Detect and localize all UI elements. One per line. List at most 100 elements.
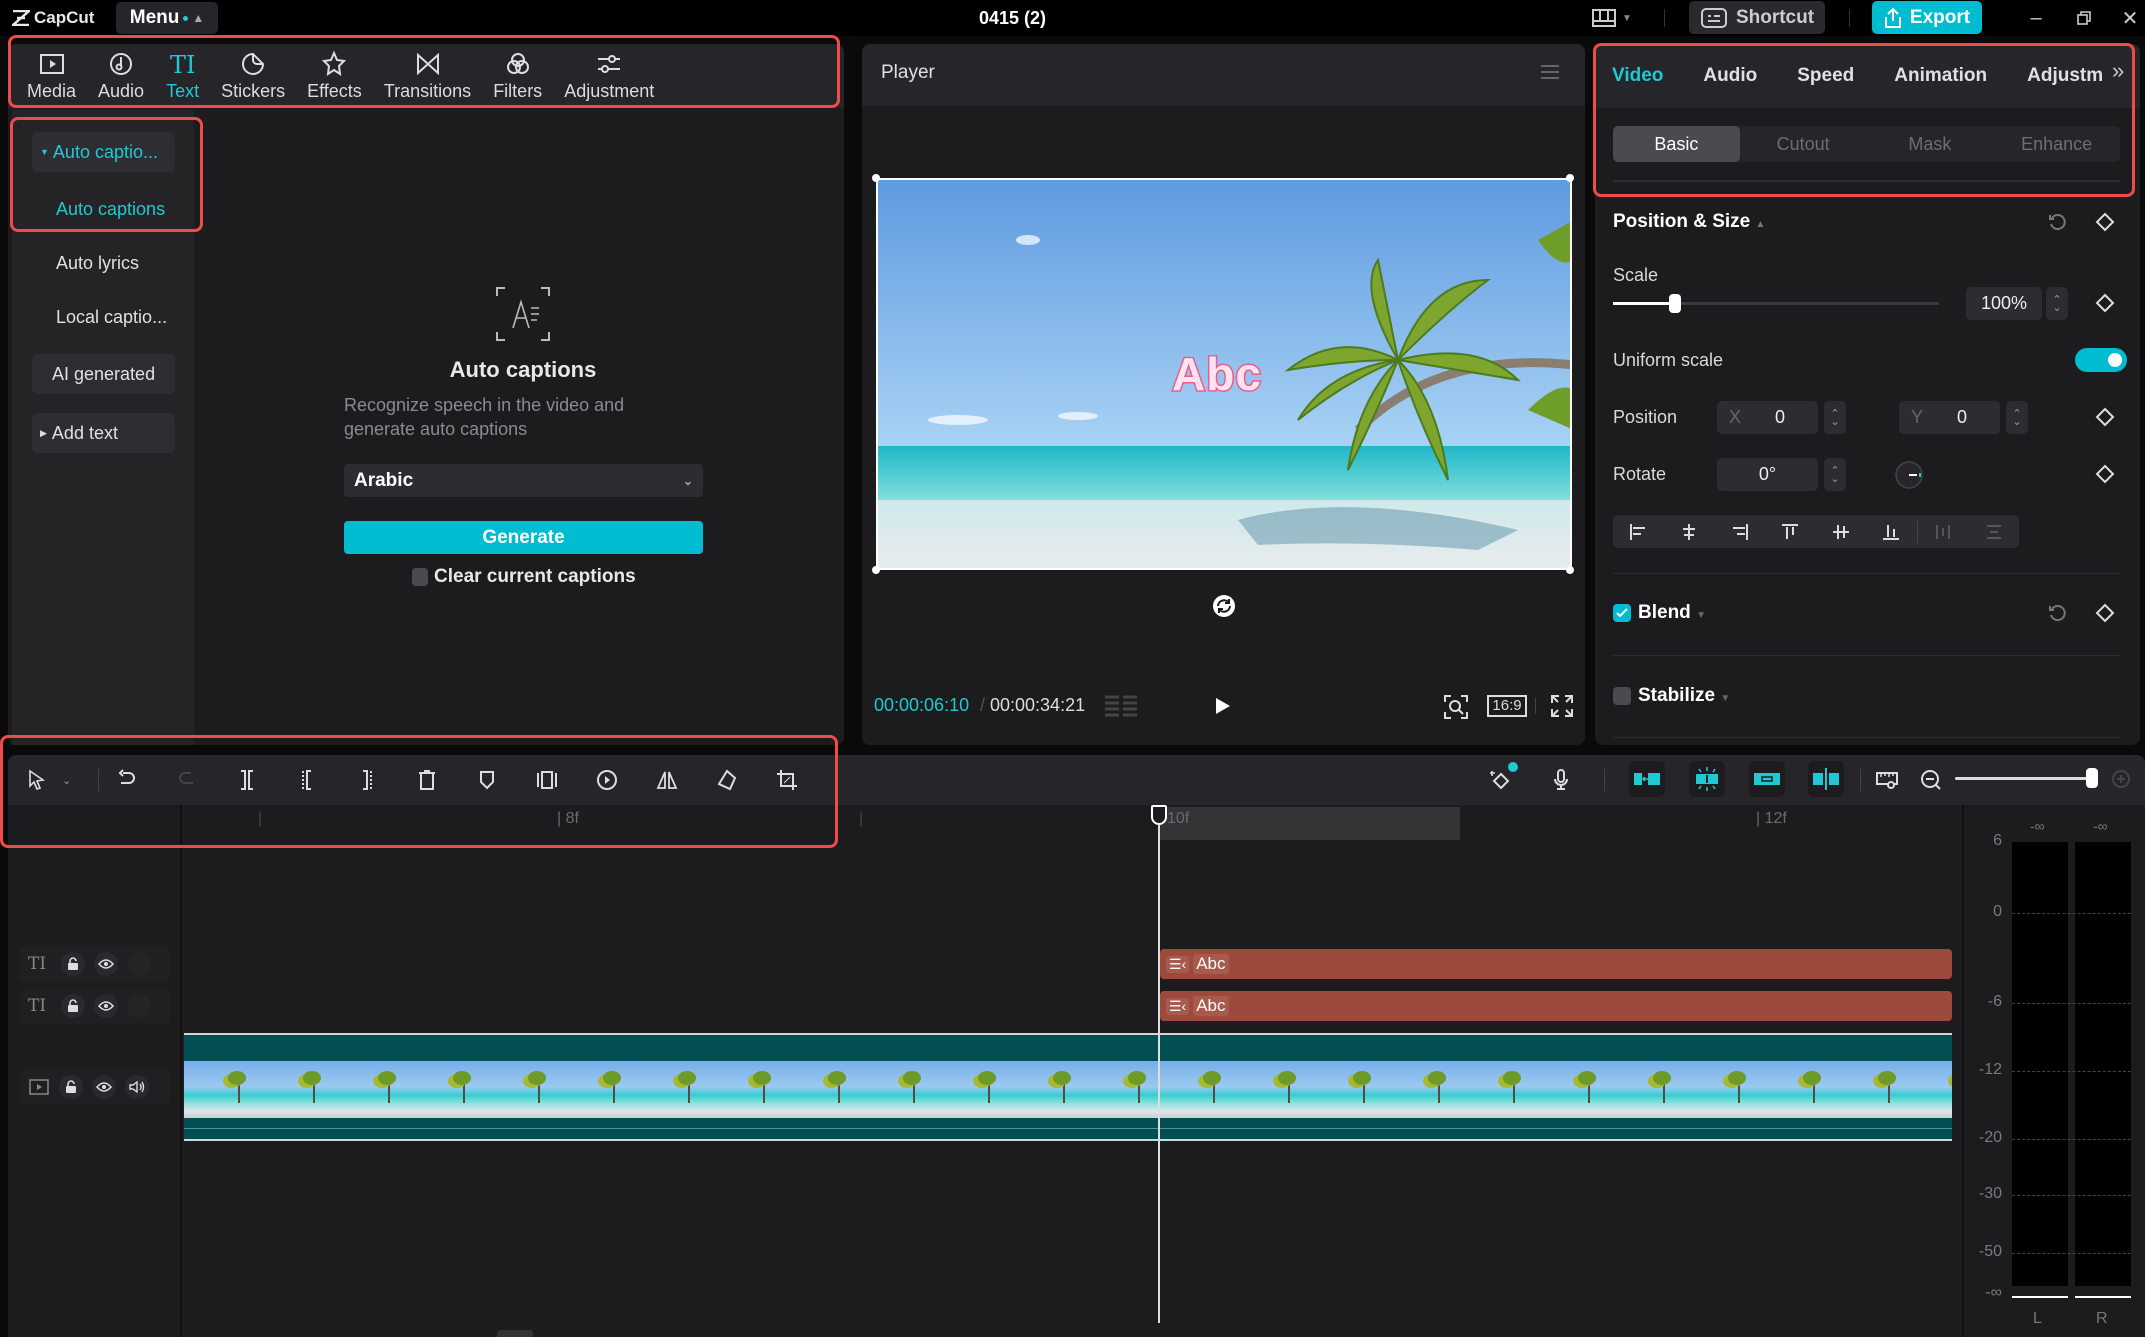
video-thumbnail <box>1309 1061 1384 1118</box>
caption-icon: ☰‹ <box>1166 997 1190 1015</box>
reset-icon[interactable] <box>2047 603 2067 623</box>
generate-button[interactable]: Generate <box>344 521 703 554</box>
record-voice-button[interactable] <box>1546 765 1576 795</box>
menu-button[interactable]: Menu ▲ <box>116 2 218 34</box>
sidenav-item-local-captions[interactable]: Local captio... <box>32 297 175 337</box>
hamburger-menu-icon[interactable] <box>1540 62 1560 82</box>
divider <box>1535 698 1536 714</box>
alignment-toolbar <box>1613 515 2019 548</box>
sidenav-add-text-label: Add text <box>51 422 118 443</box>
mute-button[interactable] <box>125 1075 149 1099</box>
notification-dot <box>1508 762 1518 772</box>
align-right-button[interactable] <box>1714 515 1765 548</box>
divider <box>1613 573 2120 574</box>
playhead[interactable] <box>1158 808 1160 1323</box>
export-button[interactable]: Export <box>1872 1 1982 34</box>
sidenav-item-auto-lyrics[interactable]: Auto lyrics <box>32 243 175 283</box>
distribute-horizontal-button[interactable] <box>1918 515 1969 548</box>
scale-slider-thumb[interactable] <box>1668 294 1681 313</box>
video-thumbnail <box>559 1061 634 1118</box>
visibility-button[interactable] <box>94 952 118 976</box>
linkage-button[interactable] <box>1749 761 1785 797</box>
zoom-to-fit-button[interactable] <box>1872 765 1902 795</box>
layout-button[interactable]: ▼ <box>1592 6 1642 30</box>
fullscreen-icon[interactable] <box>1550 694 1574 718</box>
rotate-input[interactable]: 0° <box>1717 458 1818 491</box>
resize-handle[interactable] <box>872 566 880 574</box>
text-clip-label: Abc <box>1193 954 1229 974</box>
uniform-scale-toggle[interactable] <box>2075 348 2127 372</box>
rotate-icon[interactable] <box>1212 594 1236 618</box>
audio-waveform-line <box>184 1128 1952 1129</box>
keyframe-icon[interactable] <box>2095 407 2115 427</box>
resize-handle[interactable] <box>872 174 880 182</box>
rotate-dial[interactable] <box>1894 460 1924 490</box>
blend-section[interactable]: Blend ▼ <box>1638 602 1706 624</box>
caption-icon: ☰‹ <box>1166 955 1190 973</box>
text-clip[interactable]: ☰‹ Abc <box>1160 991 1952 1021</box>
visibility-button[interactable] <box>94 994 118 1018</box>
stabilize-section[interactable]: Stabilize ▼ <box>1638 685 1730 707</box>
logo-text: CapCut <box>34 8 95 27</box>
clear-captions-option[interactable]: Clear current captions <box>412 566 636 588</box>
sidenav-item-add-text[interactable]: ▶ Add text <box>32 413 175 453</box>
position-y-input[interactable]: Y 0 <box>1899 401 2000 434</box>
text-clip[interactable]: ☰‹ Abc <box>1160 949 1952 979</box>
aspect-ratio-button[interactable]: 16:9 <box>1487 695 1527 717</box>
keyframe-icon[interactable] <box>2095 603 2115 623</box>
ruler-label-10f: 10f <box>1167 810 1190 827</box>
position-size-title[interactable]: Position & Size ▲ <box>1613 211 1765 233</box>
layout-icon <box>1592 9 1616 27</box>
close-button[interactable]: ✕ <box>2110 0 2145 36</box>
reset-icon[interactable] <box>2047 212 2067 232</box>
timeline-view-icon[interactable] <box>1104 694 1138 718</box>
zoom-out-button[interactable] <box>1916 765 1946 795</box>
play-icon[interactable] <box>1214 696 1232 716</box>
align-center-v-button[interactable] <box>1816 515 1867 548</box>
align-bottom-button[interactable] <box>1866 515 1917 548</box>
timeline-zoom-thumb[interactable] <box>2086 768 2098 788</box>
scale-input[interactable]: 100% <box>1966 287 2042 320</box>
horizontal-scrollbar[interactable] <box>497 1330 533 1337</box>
preview-axis-button[interactable] <box>1808 761 1844 797</box>
zoom-fit-icon[interactable] <box>1443 694 1469 720</box>
resize-handle[interactable] <box>1566 174 1574 182</box>
rotate-stepper[interactable]: ⌃ ⌄ <box>1824 458 1846 491</box>
blend-checkbox[interactable] <box>1613 604 1631 622</box>
align-top-button[interactable] <box>1765 515 1816 548</box>
meter-gridline <box>2012 1071 2131 1072</box>
timeline-zoom-slider[interactable] <box>1955 777 2093 780</box>
keyframe-icon[interactable] <box>2095 464 2115 484</box>
visibility-button[interactable] <box>92 1075 116 1099</box>
stabilize-checkbox[interactable] <box>1613 687 1631 705</box>
shortcut-button[interactable]: Shortcut <box>1689 1 1825 34</box>
scale-stepper[interactable]: ⌃ ⌄ <box>2046 287 2068 320</box>
distribute-vertical-button[interactable] <box>1968 515 2019 548</box>
playhead-handle[interactable] <box>1151 805 1167 825</box>
sidenav-item-ai-generated[interactable]: AI generated <box>32 354 175 394</box>
position-x-input[interactable]: X 0 <box>1717 401 1818 434</box>
video-thumbnail <box>1159 1061 1234 1118</box>
lock-button[interactable] <box>61 994 85 1018</box>
zoom-out-icon <box>1921 770 1941 790</box>
clear-captions-checkbox[interactable] <box>412 568 428 586</box>
align-center-h-button[interactable] <box>1664 515 1715 548</box>
keyframe-icon[interactable] <box>2095 212 2115 232</box>
zoom-in-button[interactable] <box>2107 765 2137 795</box>
resize-handle[interactable] <box>1566 566 1574 574</box>
position-x-stepper[interactable]: ⌃ ⌄ <box>1824 401 1846 434</box>
main-track-magnet-button[interactable] <box>1629 761 1665 797</box>
meter-gridline <box>2012 913 2131 914</box>
align-left-button[interactable] <box>1613 515 1664 548</box>
text-overlay[interactable]: Abc <box>1171 347 1263 402</box>
restore-button[interactable] <box>2064 0 2104 36</box>
position-y-stepper[interactable]: ⌃ ⌄ <box>2006 401 2028 434</box>
video-thumbnail <box>1084 1061 1159 1118</box>
lock-button[interactable] <box>61 952 85 976</box>
keyframe-icon[interactable] <box>2095 293 2115 313</box>
auto-snap-button[interactable] <box>1689 761 1725 797</box>
lock-button[interactable] <box>59 1075 83 1099</box>
language-select[interactable]: Arabic ⌄ <box>344 464 703 497</box>
duration-timecode: 00:00:34:21 <box>990 695 1086 715</box>
minimize-button[interactable]: – <box>2016 0 2056 36</box>
